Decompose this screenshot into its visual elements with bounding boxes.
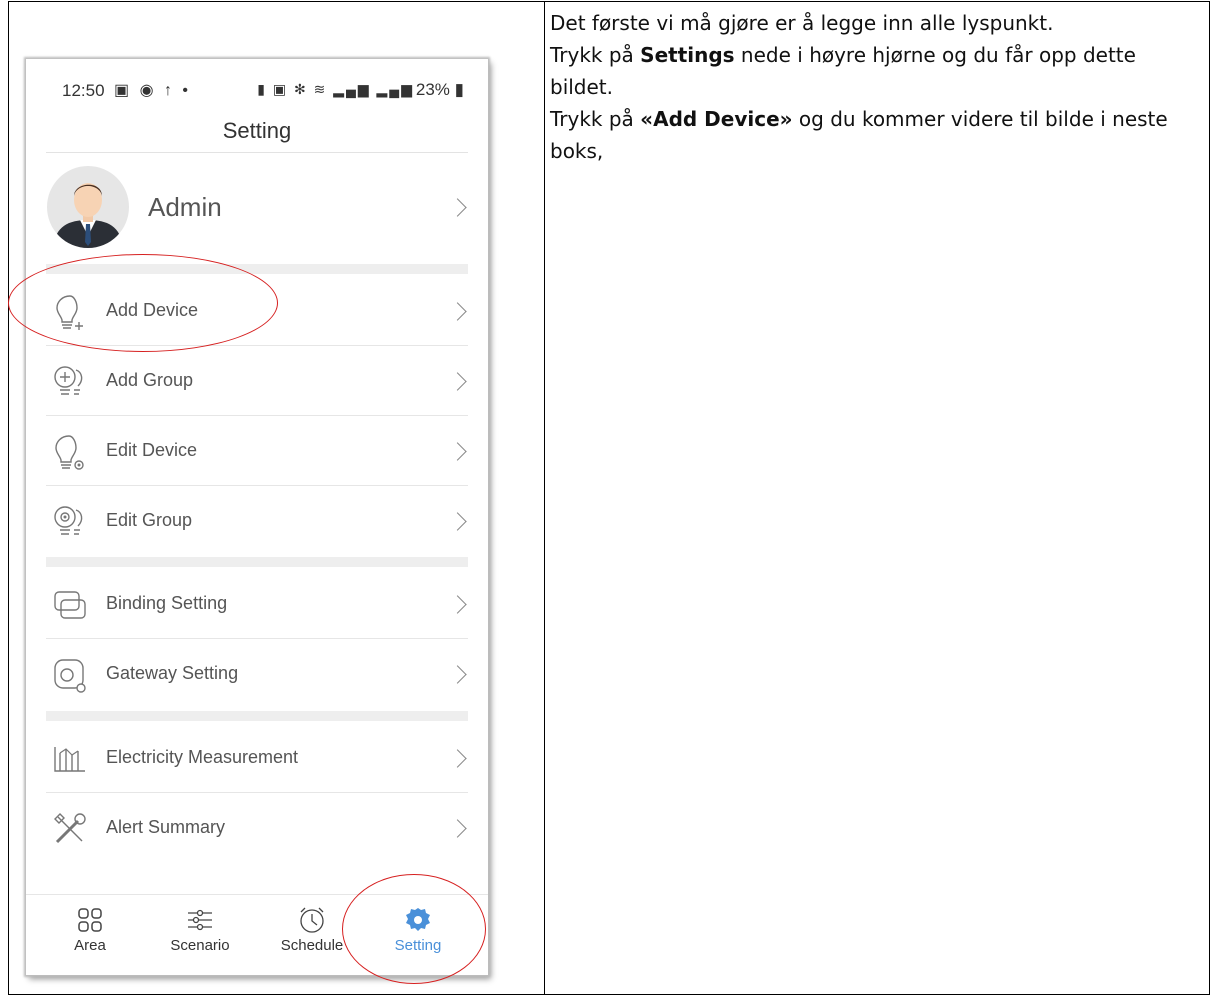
- nav-tab-area[interactable]: Area: [50, 895, 130, 954]
- chart-icon: [54, 747, 85, 772]
- nav-label: Scenario: [170, 937, 230, 954]
- instruction-line-1: Det første vi må gjøre er å legge inn al…: [550, 11, 1054, 35]
- bulb-gear-icon: [55, 435, 84, 470]
- instruction-line-3: Trykk på «Add Device» og du kommer vider…: [550, 107, 1168, 163]
- column-divider: [544, 2, 545, 994]
- nav-label: Schedule: [280, 937, 344, 954]
- tools-icon: [54, 813, 86, 844]
- menu-item-label: Electricity Measurement: [106, 747, 299, 767]
- gateway-icon: [54, 659, 86, 693]
- title-divider: [46, 152, 468, 153]
- battery-level: 23% ▮: [415, 80, 464, 99]
- highlight-add-device: [8, 254, 278, 352]
- section-separator: [46, 711, 468, 721]
- menu-item-edit-group[interactable]: Edit Group: [26, 486, 488, 556]
- avatar-icon: [53, 183, 123, 248]
- clock-icon: [300, 907, 324, 933]
- system-status-icons: ▮ ▣ ✻ ≋ ▂▄▆ ▂▄▆: [257, 81, 414, 97]
- sliders-icon: [188, 909, 212, 931]
- notification-icons: ▣ ◉ ↑ •: [114, 82, 192, 99]
- chevron-right-icon: [448, 442, 467, 461]
- chevron-right-icon: [448, 665, 467, 684]
- chevron-right-icon: [448, 302, 467, 321]
- menu-item-binding-setting[interactable]: Binding Setting: [26, 569, 488, 639]
- menu-item-add-group[interactable]: Add Group: [26, 346, 488, 416]
- chevron-right-icon: [448, 198, 467, 217]
- nav-tab-schedule[interactable]: Schedule: [272, 895, 352, 954]
- menu-item-label: Alert Summary: [106, 817, 226, 837]
- chevron-right-icon: [448, 749, 467, 768]
- status-bar: 12:50 ▣ ◉ ↑ • ▮ ▣ ✻ ≋ ▂▄▆ ▂▄▆ 23% ▮: [26, 59, 488, 117]
- page-title: Setting: [222, 118, 292, 143]
- chevron-right-icon: [448, 819, 467, 838]
- chevron-right-icon: [448, 512, 467, 531]
- chevron-right-icon: [448, 595, 467, 614]
- nav-tab-scenario[interactable]: Scenario: [160, 895, 240, 954]
- menu-item-edit-device[interactable]: Edit Device: [26, 416, 488, 486]
- nav-label: Area: [74, 937, 106, 954]
- avatar: [47, 166, 129, 248]
- menu-item-label: Binding Setting: [106, 593, 228, 613]
- menu-item-label: Add Group: [106, 370, 194, 390]
- chevron-right-icon: [448, 372, 467, 391]
- menu-item-label: Edit Group: [106, 510, 193, 530]
- menu-item-label: Gateway Setting: [106, 663, 239, 683]
- menu-item-alert-summary[interactable]: Alert Summary: [26, 793, 488, 863]
- bulbs-plus-icon: [54, 366, 83, 395]
- menu-item-electricity-measurement[interactable]: Electricity Measurement: [26, 723, 488, 793]
- profile-name: Admin: [148, 192, 222, 222]
- bulbs-gear-icon: [54, 506, 83, 535]
- phone-screenshot: 12:50 ▣ ◉ ↑ • ▮ ▣ ✻ ≋ ▂▄▆ ▂▄▆ 23% ▮ Sett…: [26, 59, 488, 975]
- status-time: 12:50: [62, 81, 105, 100]
- menu-item-label: Edit Device: [106, 440, 198, 460]
- grid-icon: [78, 908, 102, 932]
- menu-item-gateway-setting[interactable]: Gateway Setting: [26, 639, 488, 709]
- section-separator: [46, 557, 468, 567]
- instruction-text: Det første vi må gjøre er å legge inn al…: [550, 7, 1200, 167]
- profile-row[interactable]: Admin: [26, 154, 488, 260]
- highlight-setting-tab: [342, 874, 486, 984]
- binding-icon: [54, 591, 86, 619]
- instruction-line-2: Trykk på Settings nede i høyre hjørne og…: [550, 43, 1136, 99]
